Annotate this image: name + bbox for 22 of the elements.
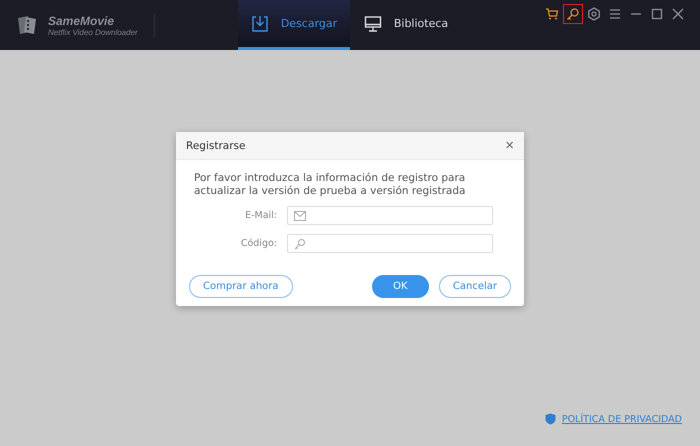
key-icon: [294, 238, 306, 250]
input-field[interactable]: [287, 206, 493, 226]
app-subtitle: Netflix Video Downloader: [48, 28, 138, 36]
field-label: Código:: [240, 238, 277, 250]
shield-icon: [544, 413, 556, 425]
monitor-icon: [364, 14, 382, 32]
key-icon[interactable]: [563, 4, 583, 24]
close-button[interactable]: ×: [505, 138, 514, 153]
envelope-icon: [294, 210, 306, 221]
tab[interactable]: Biblioteca: [350, 0, 462, 50]
privacy-policy-link[interactable]: POLÍTICA DE PRIVACIDAD: [544, 413, 682, 425]
dialog-title: Registrarse: [186, 140, 246, 152]
tab[interactable]: Descargar: [238, 0, 350, 50]
cancel-button[interactable]: Cancelar: [438, 275, 511, 298]
field-label: E-Mail:: [244, 210, 277, 222]
film-logo-icon: [16, 15, 38, 35]
buy-now-button[interactable]: Comprar ahora: [189, 275, 293, 298]
dialog-message: Por favor introduzca la información de registro para actualizar la versión de prueba a versión registrada: [194, 172, 466, 198]
app-name: SameMovie: [48, 14, 116, 28]
input-field[interactable]: [287, 234, 493, 254]
download-icon: [250, 14, 269, 32]
ok-button[interactable]: OK: [372, 275, 429, 298]
